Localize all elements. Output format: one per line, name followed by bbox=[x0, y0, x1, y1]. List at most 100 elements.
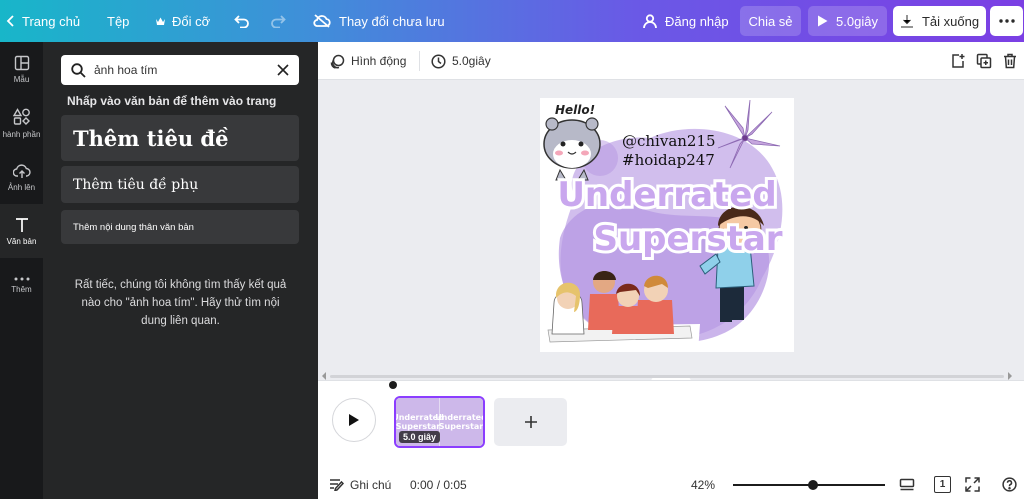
add-page-button[interactable] bbox=[494, 398, 567, 446]
rail-item-more[interactable]: Thêm bbox=[0, 258, 43, 312]
time-label: 0:00 / 0:05 bbox=[410, 477, 467, 492]
zoom-slider[interactable] bbox=[733, 480, 885, 490]
grid-view-button[interactable] bbox=[899, 470, 915, 499]
login-label: Đăng nhập bbox=[665, 13, 729, 29]
timeline: Underrated Superstar Underrated Supersta… bbox=[318, 380, 1024, 470]
home-link[interactable]: Trang chủ bbox=[6, 0, 80, 42]
animation-icon bbox=[330, 54, 345, 69]
home-label: Trang chủ bbox=[22, 13, 81, 29]
search-box[interactable] bbox=[61, 55, 299, 85]
download-button[interactable]: Tải xuống bbox=[893, 6, 986, 36]
present-duration: 5.0giây bbox=[836, 13, 878, 29]
duration-label: 5.0giây bbox=[452, 54, 491, 68]
more-options-button[interactable] bbox=[990, 6, 1023, 36]
chevron-left-icon bbox=[6, 15, 14, 27]
design-artwork: Hello! @chivan215 #hoidap247 Underrated … bbox=[540, 99, 786, 352]
top-bar: Trang chủ Tệp Đổi cỡ Thay đổi chưa lưu Đ… bbox=[0, 0, 1024, 42]
rail-item-templates[interactable]: Mẫu bbox=[0, 42, 43, 96]
rail-item-text[interactable]: Văn bản bbox=[0, 204, 43, 258]
scroll-left-icon bbox=[322, 372, 326, 380]
canvas-area: Hello! @chivan215 #hoidap247 Underrated … bbox=[318, 80, 1024, 382]
horizontal-scrollbar[interactable] bbox=[318, 372, 1024, 380]
rail-label: Văn bản bbox=[6, 236, 37, 246]
redo-button[interactable] bbox=[270, 0, 286, 42]
panel-hint: Nhấp vào văn bản để thêm vào trang bbox=[67, 94, 277, 108]
text-icon bbox=[15, 217, 28, 232]
save-status-label: Thay đổi chưa lưu bbox=[339, 13, 445, 29]
zoom-readout[interactable]: 42% bbox=[691, 470, 715, 499]
add-page-icon bbox=[952, 54, 965, 68]
grid-view-icon bbox=[899, 478, 915, 490]
play-button[interactable] bbox=[332, 398, 376, 442]
play-icon bbox=[818, 15, 828, 27]
page-thumbnail[interactable]: Underrated Superstar Underrated Supersta… bbox=[394, 396, 485, 448]
delete-page-button[interactable] bbox=[1003, 42, 1017, 80]
undo-button[interactable] bbox=[234, 0, 250, 42]
more-icon bbox=[14, 277, 29, 280]
plus-icon bbox=[524, 416, 537, 428]
file-label: Tệp bbox=[107, 13, 130, 29]
help-button[interactable] bbox=[1002, 470, 1017, 499]
upload-icon bbox=[12, 163, 31, 178]
resize-label: Đổi cỡ bbox=[172, 13, 211, 29]
add-subheading-button[interactable]: Thêm tiêu đề phụ bbox=[61, 166, 299, 203]
duplicate-page-button[interactable] bbox=[976, 42, 992, 80]
undo-icon bbox=[234, 15, 249, 28]
animate-button[interactable]: Hình động bbox=[330, 42, 406, 80]
more-horizontal-icon bbox=[998, 19, 1015, 23]
toolbar-divider bbox=[419, 51, 420, 71]
search-icon bbox=[71, 62, 86, 78]
search-input[interactable] bbox=[94, 63, 269, 77]
present-button[interactable]: 5.0giây bbox=[808, 6, 887, 36]
handle-text-1: @chivan215 bbox=[622, 132, 716, 150]
rail-label: hành phần bbox=[2, 129, 41, 139]
page-count-button[interactable]: 1 bbox=[934, 470, 951, 499]
share-button[interactable]: Chia sẻ bbox=[740, 6, 801, 36]
duration-button[interactable]: 5.0giây bbox=[431, 42, 491, 80]
crown-icon bbox=[156, 17, 165, 25]
zoom-slider-knob[interactable] bbox=[807, 480, 818, 490]
animate-label: Hình động bbox=[351, 54, 407, 68]
cloud-off-icon bbox=[313, 14, 331, 28]
trash-icon bbox=[1004, 53, 1016, 69]
login-button[interactable]: Đăng nhập bbox=[643, 0, 729, 42]
download-icon bbox=[900, 15, 913, 28]
user-icon bbox=[643, 13, 657, 28]
elements-icon bbox=[12, 107, 30, 125]
text-panel: Nhấp vào văn bản để thêm vào trang Thêm … bbox=[43, 42, 318, 499]
close-icon[interactable] bbox=[277, 64, 289, 76]
hello-text: Hello! bbox=[555, 103, 595, 117]
scrollbar-track[interactable] bbox=[330, 375, 1004, 378]
duplicate-icon bbox=[976, 53, 992, 69]
title-line-2: Superstar bbox=[593, 219, 782, 259]
add-heading-button[interactable]: Thêm tiêu đề bbox=[61, 115, 299, 161]
download-label: Tải xuống bbox=[921, 13, 980, 29]
svg-text:Superstar: Superstar bbox=[439, 422, 483, 431]
notes-icon bbox=[330, 479, 344, 491]
rail-label: Mẫu bbox=[13, 74, 30, 84]
file-menu[interactable]: Tệp bbox=[107, 0, 129, 42]
rail-item-uploads[interactable]: Ảnh lên bbox=[0, 150, 43, 204]
notes-button[interactable]: Ghi chú bbox=[329, 470, 391, 499]
rail-label: Thêm bbox=[11, 284, 32, 294]
save-status[interactable]: Thay đổi chưa lưu bbox=[313, 0, 445, 42]
scroll-right-icon bbox=[1008, 372, 1012, 380]
title-line-1: Underrated bbox=[557, 175, 776, 215]
fullscreen-button[interactable] bbox=[965, 470, 980, 499]
playhead-marker[interactable] bbox=[389, 381, 397, 389]
rail-item-elements[interactable]: hành phần bbox=[0, 96, 43, 150]
thumbnail-duration-badge: 5.0 giây bbox=[399, 431, 441, 443]
no-results-message: Rất tiếc, chúng tôi không tìm thấy kết q… bbox=[74, 279, 287, 327]
zoom-label: 42% bbox=[691, 477, 716, 492]
templates-icon bbox=[14, 55, 29, 70]
help-icon bbox=[1002, 477, 1017, 492]
svg-text:Superstar: Superstar bbox=[396, 422, 440, 431]
page-count-badge: 1 bbox=[934, 476, 951, 493]
design-page[interactable]: Hello! @chivan215 #hoidap247 Underrated … bbox=[540, 98, 794, 352]
resize-button[interactable]: Đổi cỡ bbox=[155, 0, 210, 42]
play-icon bbox=[349, 414, 359, 426]
footer-bar: Ghi chú 0:00 / 0:05 42% 1 bbox=[318, 470, 1024, 499]
time-readout: 0:00 / 0:05 bbox=[410, 470, 467, 499]
add-body-text-button[interactable]: Thêm nội dung thân văn bản bbox=[61, 210, 299, 244]
add-page-icon-button[interactable] bbox=[950, 42, 966, 80]
